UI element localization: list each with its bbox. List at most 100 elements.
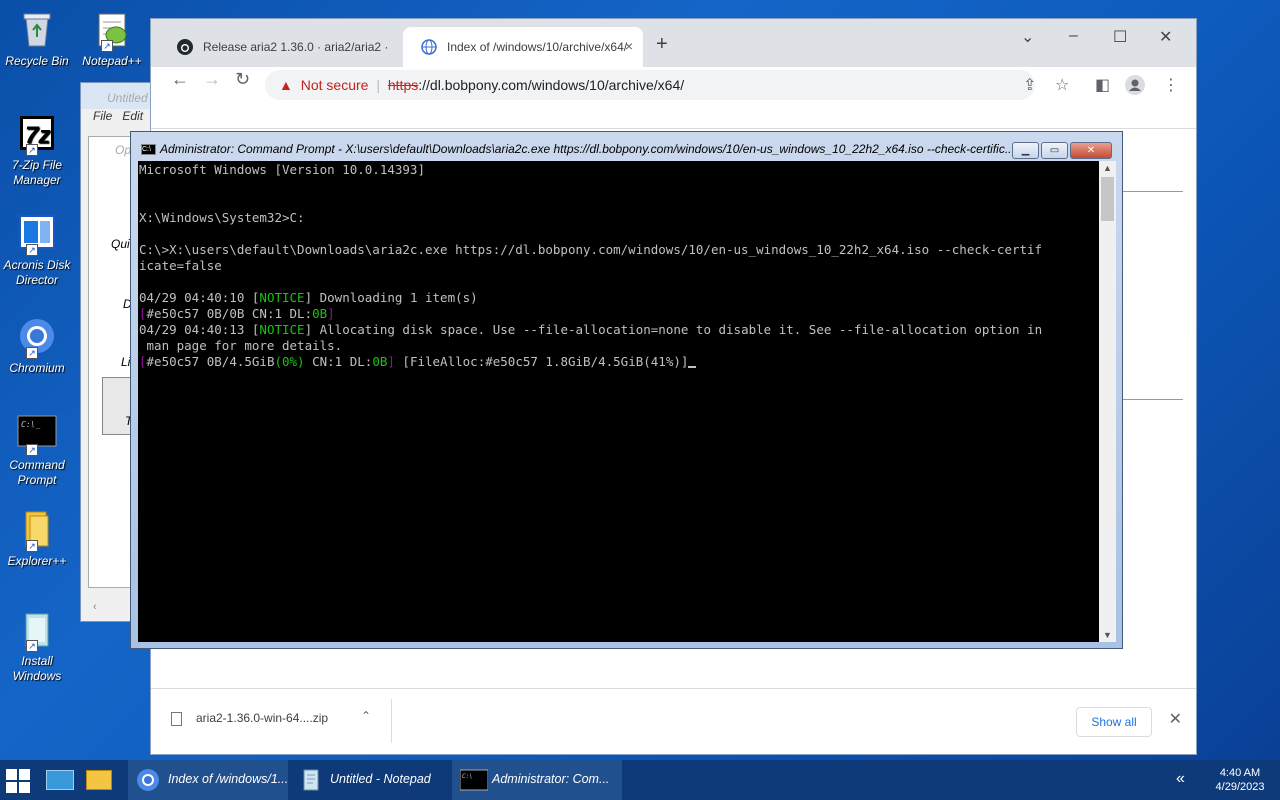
menu-kebab-icon[interactable]: ⋮	[1163, 75, 1179, 95]
tab-aria2-release[interactable]: Release aria2 1.36.0 · aria2/aria2 ·	[159, 27, 399, 67]
file-explorer-icon[interactable]	[86, 770, 112, 790]
notepadpp-icon: ↗	[91, 8, 133, 52]
cmd-close-button[interactable]: ✕	[1070, 142, 1112, 159]
menu-edit[interactable]: Edit	[122, 109, 143, 123]
download-file-name: aria2-1.36.0-win-64....zip	[196, 711, 329, 725]
task-view-icon[interactable]	[46, 770, 74, 790]
desktop-icon-notepadpp[interactable]: ↗ Notepad++	[74, 8, 150, 69]
chromium-icon	[136, 768, 160, 792]
chevron-up-icon[interactable]: ⌃	[361, 709, 371, 723]
globe-icon	[421, 39, 437, 55]
cmd-app-icon: C:\	[141, 144, 156, 155]
bookmark-star-icon[interactable]: ☆	[1055, 75, 1069, 95]
desktop-icon-label: 7-Zip File Manager	[11, 158, 62, 187]
console-line: C:\>X:\users\default\Downloads\aria2c.ex…	[139, 242, 1043, 257]
omnibox-divider: |	[376, 77, 380, 93]
share-icon[interactable]: ⇪	[1023, 75, 1036, 95]
console-line: man page for more details.	[139, 338, 343, 353]
close-window-icon[interactable]: ✕	[1159, 27, 1172, 47]
cmd-minimize-button[interactable]: ▁	[1012, 142, 1039, 159]
console-output[interactable]: Microsoft Windows [Version 10.0.14393] X…	[138, 161, 1099, 642]
svg-text:C:\: C:\	[462, 773, 473, 780]
desktop-icon-label: Recycle Bin	[5, 54, 69, 68]
scroll-thumb[interactable]	[1101, 177, 1114, 221]
cmd-title: Administrator: Command Prompt - X:\users…	[160, 142, 1011, 156]
file-icon	[171, 711, 182, 726]
taskbar: Index of /windows/1... Untitled - Notepa…	[0, 760, 1280, 800]
not-secure-warning-icon[interactable]: ▲	[279, 77, 293, 93]
page-rule	[1123, 191, 1183, 192]
shortcut-arrow-icon: ↗	[26, 640, 38, 652]
back-arrow-icon[interactable]: ←	[171, 69, 189, 90]
console-line: [#e50c57 0B/0B CN:1 DL:0B]	[139, 306, 335, 321]
shortcut-arrow-icon: ↗	[26, 144, 38, 156]
tab-title: Index of /windows/10/archive/x64/	[447, 40, 628, 54]
browser-toolbar: ← → ↻ ▲ Not secure | https://dl.bobpony.…	[151, 67, 1196, 129]
folder-icon: ↗	[16, 508, 58, 552]
address-bar[interactable]: ▲ Not secure | https://dl.bobpony.com/wi…	[265, 70, 1035, 100]
desktop-icon-install-windows[interactable]: ↗ Install Windows	[2, 608, 72, 684]
desktop-icon-acronis[interactable]: ↗ Acronis Disk Director	[2, 212, 72, 288]
desktop-icon-label: Chromium	[9, 361, 65, 375]
taskbar-command-prompt[interactable]: C:\ Administrator: Com...	[452, 760, 622, 800]
minimize-icon[interactable]: –	[1069, 27, 1078, 45]
maximize-icon[interactable]: ☐	[1113, 27, 1127, 47]
new-tab-button[interactable]: +	[656, 33, 668, 56]
github-icon	[177, 39, 193, 55]
url-host-path: ://dl.bobpony.com/windows/10/archive/x64…	[418, 77, 685, 93]
menu-file[interactable]: File	[93, 109, 112, 123]
desktop-icon-explorerpp[interactable]: ↗ Explorer++	[2, 508, 72, 569]
tab-strip: Release aria2 1.36.0 · aria2/aria2 · Ind…	[151, 19, 1196, 67]
cmd-title-bar[interactable]: C:\ Administrator: Command Prompt - X:\u…	[131, 132, 1011, 162]
tab-title: Release aria2 1.36.0 · aria2/aria2 ·	[203, 40, 389, 54]
svg-text:C:\_: C:\_	[21, 420, 40, 429]
install-windows-icon: ↗	[16, 608, 58, 652]
dialog-fragment: Qui	[111, 237, 130, 251]
shortcut-arrow-icon: ↗	[26, 444, 38, 456]
clock-time: 4:40 AM	[1219, 767, 1261, 779]
desktop-icon-recycle-bin[interactable]: Recycle Bin	[2, 8, 72, 69]
console-cursor	[688, 366, 697, 368]
scroll-down-arrow-icon[interactable]: ▼	[1103, 630, 1112, 640]
not-secure-label[interactable]: Not secure	[301, 77, 369, 93]
desktop-icon-label: Install Windows	[12, 654, 62, 683]
tab-close-icon[interactable]: ×	[625, 38, 633, 54]
show-all-button[interactable]: Show all	[1076, 707, 1152, 737]
dialog-fragment: Li	[121, 355, 131, 369]
forward-arrow-icon[interactable]: →	[203, 69, 221, 90]
profile-avatar-icon[interactable]	[1125, 75, 1145, 100]
shortcut-arrow-icon: ↗	[26, 540, 38, 552]
desktop-icon-chromium[interactable]: ↗ Chromium	[2, 315, 72, 376]
cmd-window[interactable]: C:\ Administrator: Command Prompt - X:\u…	[130, 131, 1123, 649]
windows-start-icon[interactable]	[6, 769, 30, 793]
tab-search-chevron-icon[interactable]: ⌄	[1021, 27, 1034, 47]
command-prompt-icon: C:\_ ↗	[16, 412, 58, 456]
taskbar-button-label: Administrator: Com...	[492, 772, 610, 786]
close-icon[interactable]: ✕	[1169, 709, 1182, 729]
taskbar-clock[interactable]: 4:40 AM 4/29/2023	[1208, 766, 1272, 794]
console-line: 04/29 04:40:13 [NOTICE] Allocating disk …	[139, 322, 1043, 337]
notice-tag: NOTICE	[259, 322, 305, 337]
download-item[interactable]: aria2-1.36.0-win-64....zip	[171, 711, 328, 726]
side-panel-icon[interactable]: ◧	[1095, 75, 1110, 95]
desktop-icon-label: Acronis Disk Director	[3, 258, 71, 287]
desktop-icon-7zip[interactable]: 7z ↗ 7-Zip File Manager	[2, 112, 72, 188]
taskbar-chromium[interactable]: Index of /windows/1...	[128, 760, 288, 800]
tray-chevron-icon[interactable]: «	[1176, 770, 1185, 788]
tab-index-of-archive[interactable]: Index of /windows/10/archive/x64/ ×	[403, 27, 643, 67]
cmd-scrollbar[interactable]: ▲ ▼	[1099, 161, 1116, 642]
desktop-icon-command-prompt[interactable]: C:\_ ↗ Command Prompt	[2, 412, 72, 488]
reload-icon[interactable]: ↻	[235, 69, 250, 90]
url-scheme: https	[387, 77, 419, 93]
shelf-divider	[391, 699, 392, 743]
recycle-bin-icon	[16, 8, 58, 50]
taskbar-notepad[interactable]: Untitled - Notepad	[290, 760, 450, 800]
console-line: Microsoft Windows [Version 10.0.14393]	[139, 162, 425, 177]
console-line: 04/29 04:40:10 [NOTICE] Downloading 1 it…	[139, 290, 478, 305]
cmd-maximize-button[interactable]: ▭	[1041, 142, 1068, 159]
download-shelf: aria2-1.36.0-win-64....zip ⌃ Show all ✕	[151, 688, 1196, 754]
scroll-left-arrow[interactable]: ‹	[93, 601, 97, 613]
scroll-up-arrow-icon[interactable]: ▲	[1103, 163, 1112, 173]
acronis-disk-icon: ↗	[16, 212, 58, 256]
command-prompt-icon: C:\	[459, 768, 489, 792]
